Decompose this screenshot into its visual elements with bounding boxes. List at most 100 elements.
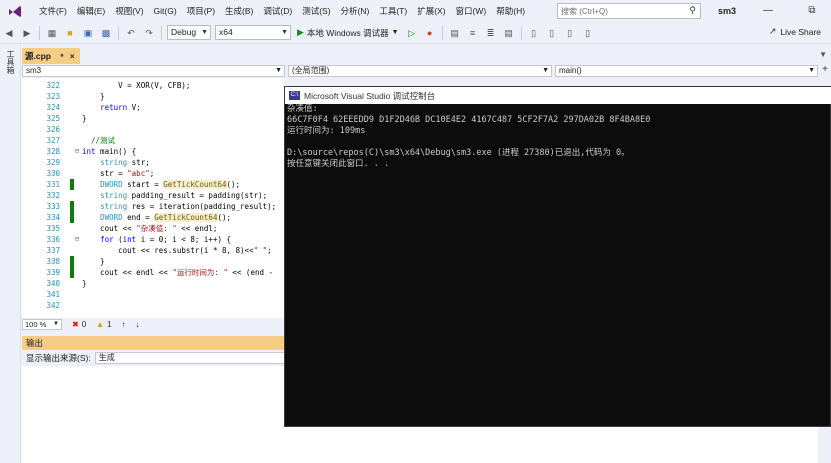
menu-project[interactable]: 项目(P) <box>182 0 220 22</box>
bookmark-next-icon[interactable]: ▯ <box>563 26 577 40</box>
solution-name: sm3 <box>718 6 737 16</box>
code-line: 340} <box>46 279 87 288</box>
warning-count[interactable]: ▲ 1 <box>96 320 111 329</box>
menu-build[interactable]: 生成(B) <box>220 0 258 22</box>
output-source-select[interactable]: 生成 <box>94 352 285 364</box>
zoom-select[interactable]: 100 % ▼ <box>22 318 62 330</box>
error-count[interactable]: ✖ 0 <box>72 320 86 329</box>
next-issue-icon[interactable]: ↓ <box>136 320 140 329</box>
output-source-label: 显示输出来源(S): <box>26 353 91 363</box>
left-tool-strip: 工具箱 <box>0 44 21 463</box>
platform-select[interactable]: x64 ▼ <box>215 25 291 40</box>
code-line: 325} <box>46 114 87 123</box>
chevron-down-icon: ▼ <box>201 29 208 36</box>
menu-tools[interactable]: 工具(T) <box>374 0 412 22</box>
live-share-button[interactable]: ↗ Live Share <box>769 26 821 37</box>
collapse-icon[interactable]: ⊟ <box>75 234 79 245</box>
project-select[interactable]: sm3 ▼ <box>22 65 285 77</box>
warning-icon: ▲ <box>96 319 105 329</box>
code-line: 333 string res = iteration(padding_resul… <box>46 201 277 212</box>
menu-file[interactable]: 文件(F) <box>34 0 72 22</box>
maximize-icon[interactable]: ⧉ <box>800 0 824 22</box>
warning-count-value: 1 <box>107 319 112 329</box>
console-line: 杂凑值: <box>287 104 318 114</box>
debug-window-icon[interactable]: ▤ <box>448 26 462 40</box>
collapse-icon[interactable]: ⊟ <box>75 146 79 157</box>
visual-studio-logo-icon <box>9 6 21 17</box>
run-debugger-button[interactable]: ▶ 本地 Windows 调试器 ▼ <box>297 27 399 39</box>
start-without-debugging-icon[interactable]: ▷ <box>405 26 419 40</box>
back-icon[interactable]: ◀ <box>2 26 16 40</box>
platform-value: x64 <box>219 27 233 37</box>
bookmark-prev-icon[interactable]: ▯ <box>545 26 559 40</box>
previous-issue-icon[interactable]: ↑ <box>122 320 126 329</box>
toolbar-separator <box>441 25 443 40</box>
member-select-value: main() <box>559 66 582 75</box>
chevron-down-icon: ▼ <box>808 67 815 74</box>
play-icon: ▶ <box>297 27 304 37</box>
comment-icon[interactable]: ▤ <box>502 26 516 40</box>
console-title-bar[interactable]: C:\ Microsoft Visual Studio 调试控制台 <box>285 87 831 104</box>
scope-select[interactable]: (全局范围) ▼ <box>288 65 552 77</box>
hot-reload-icon[interactable]: ● <box>423 26 437 40</box>
console-line: 66C7F0F4 62EEEDD9 D1F2D46B DC10E4E2 4167… <box>287 115 651 125</box>
console-line: 运行时间为: 109ms <box>287 126 366 136</box>
share-icon: ↗ <box>768 26 777 36</box>
open-folder-icon[interactable]: ■ <box>63 26 77 40</box>
code-line: 330 str = "abc"; <box>46 169 155 178</box>
code-editor[interactable]: 322 V = XOR(V, CFB); 323 } 324 return V;… <box>22 78 284 318</box>
pin-icon[interactable]: ⚬ <box>59 52 65 60</box>
menu-git[interactable]: Git(G) <box>149 0 182 22</box>
save-all-icon[interactable]: ▩ <box>99 26 113 40</box>
code-line: 322 V = XOR(V, CFB); <box>46 81 191 90</box>
console-line: D:\source\repos(C)\sm3\x64\Debug\sm3.exe… <box>287 148 630 158</box>
step-icon[interactable]: ≡ <box>466 26 480 40</box>
menu-window[interactable]: 窗口(W) <box>451 0 492 22</box>
search-input[interactable]: 搜索 (Ctrl+Q) ⚲ <box>557 3 701 19</box>
menu-test[interactable]: 测试(S) <box>297 0 335 22</box>
format-icon[interactable]: ≣ <box>484 26 498 40</box>
close-icon[interactable]: × <box>70 52 75 61</box>
console-output: 杂凑值: 66C7F0F4 62EEEDD9 D1F2D46B DC10E4E2 … <box>285 104 831 428</box>
search-placeholder: 搜索 (Ctrl+Q) <box>561 6 608 16</box>
toolbar-separator <box>39 25 40 40</box>
project-select-value: sm3 <box>26 66 42 75</box>
code-line: 327 //测试 <box>46 136 116 145</box>
bookmark-icon[interactable]: ▯ <box>527 26 541 40</box>
menu-extensions[interactable]: 扩展(X) <box>412 0 450 22</box>
minimize-icon[interactable]: — <box>756 0 780 22</box>
editor-status-bar: 100 % ▼ ✖ 0 ▲ 1 ↑ ↓ <box>22 318 284 330</box>
toolbar: ◀ ▶ ▦ ■ ▣ ▩ ↶ ↷ Debug ▼ x64 ▼ ▶ 本地 Windo… <box>0 22 831 44</box>
menu-help[interactable]: 帮助(H) <box>491 0 530 22</box>
tab-label: 源.cpp <box>25 51 51 61</box>
console-line: 按任意键关闭此窗口. . . <box>287 159 390 169</box>
menu-edit[interactable]: 编辑(E) <box>72 0 110 22</box>
configuration-select[interactable]: Debug ▼ <box>167 25 211 40</box>
debug-console-window[interactable]: C:\ Microsoft Visual Studio 调试控制台 杂凑值: 66… <box>284 86 831 427</box>
menu-analyze[interactable]: 分析(N) <box>336 0 375 22</box>
code-line: 326 <box>46 125 60 134</box>
code-line: 329 string str; <box>46 158 150 167</box>
redo-icon[interactable]: ↷ <box>142 26 156 40</box>
code-line: 331 DWORD start = GetTickCount64(); <box>46 179 241 190</box>
error-count-value: 0 <box>81 319 87 329</box>
menu-view[interactable]: 视图(V) <box>110 0 148 22</box>
member-select[interactable]: main() ▼ <box>555 65 818 77</box>
menu-debug[interactable]: 调试(D) <box>258 0 297 22</box>
code-line: 323 } <box>46 92 105 101</box>
bookmark-clear-icon[interactable]: ▯ <box>581 26 595 40</box>
save-icon[interactable]: ▣ <box>81 26 95 40</box>
configuration-value: Debug <box>171 27 197 37</box>
forward-icon[interactable]: ▶ <box>20 26 34 40</box>
editor-tab-bar: 源.cpp ⚬ × ▼ <box>22 48 831 64</box>
code-line: 342 <box>46 301 60 310</box>
code-line: 341 <box>46 290 60 299</box>
undo-icon[interactable]: ↶ <box>124 26 138 40</box>
code-line: 328 ⊟ int main() { <box>46 146 137 157</box>
toolbox-tab[interactable]: 工具箱 <box>5 50 16 74</box>
code-line: 332 string padding_result = padding(str)… <box>46 191 268 200</box>
split-editor-icon[interactable]: + <box>822 64 828 75</box>
tab-list-dropdown-icon[interactable]: ▼ <box>819 50 827 59</box>
tab-source-file[interactable]: 源.cpp ⚬ × <box>22 48 80 64</box>
new-project-icon[interactable]: ▦ <box>45 26 59 40</box>
